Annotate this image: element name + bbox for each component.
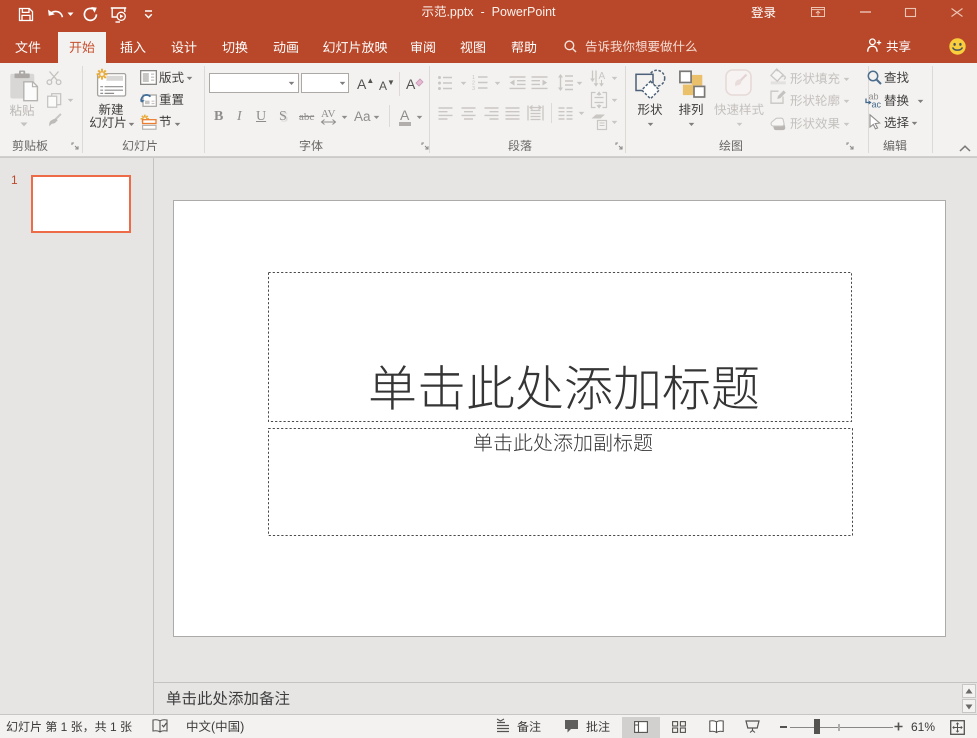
svg-text:3: 3	[472, 86, 475, 92]
svg-text:ac: ac	[872, 100, 882, 110]
